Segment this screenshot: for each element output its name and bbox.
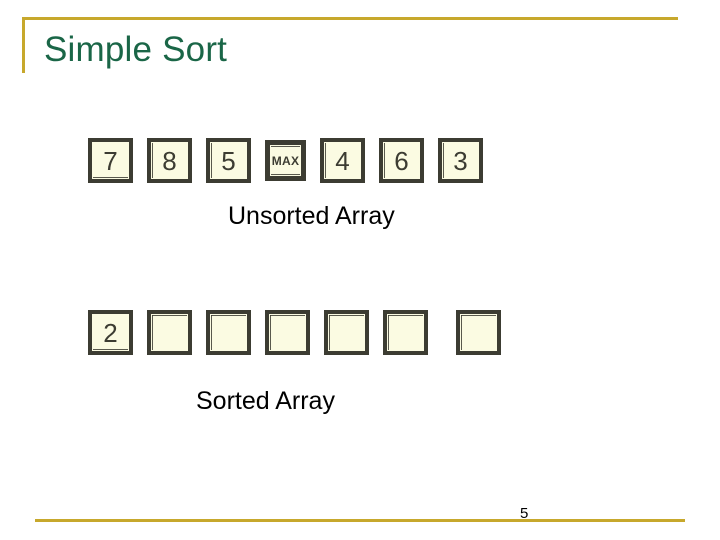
sorted-array-label: Sorted Array <box>196 387 335 415</box>
sorted-array-row: 2 <box>88 310 501 355</box>
unsorted-array-label: Unsorted Array <box>228 202 395 230</box>
array-cell-empty[interactable] <box>147 310 192 355</box>
array-cell[interactable]: 2 <box>88 310 133 355</box>
array-cell-empty[interactable] <box>383 310 428 355</box>
title-rule-horizontal <box>22 17 678 20</box>
array-cell-empty[interactable] <box>206 310 251 355</box>
unsorted-array-row: 7 8 5 MAX 4 6 3 <box>88 138 483 183</box>
max-marker-cell[interactable]: MAX <box>265 140 306 181</box>
slide-canvas: Simple Sort 7 8 5 MAX 4 6 3 Unsorted Arr… <box>0 0 720 540</box>
page-number: 5 <box>520 505 529 522</box>
array-cell[interactable]: 8 <box>147 138 192 183</box>
footer-rule <box>35 519 685 522</box>
title-rule-vertical <box>22 17 25 73</box>
array-cell[interactable]: 6 <box>379 138 424 183</box>
array-cell-empty[interactable] <box>456 310 501 355</box>
page-title: Simple Sort <box>44 30 228 69</box>
array-cell[interactable]: 5 <box>206 138 251 183</box>
array-cell-empty[interactable] <box>324 310 369 355</box>
array-cell[interactable]: 3 <box>438 138 483 183</box>
array-cell[interactable]: 4 <box>320 138 365 183</box>
array-cell-empty[interactable] <box>265 310 310 355</box>
array-cell[interactable]: 7 <box>88 138 133 183</box>
